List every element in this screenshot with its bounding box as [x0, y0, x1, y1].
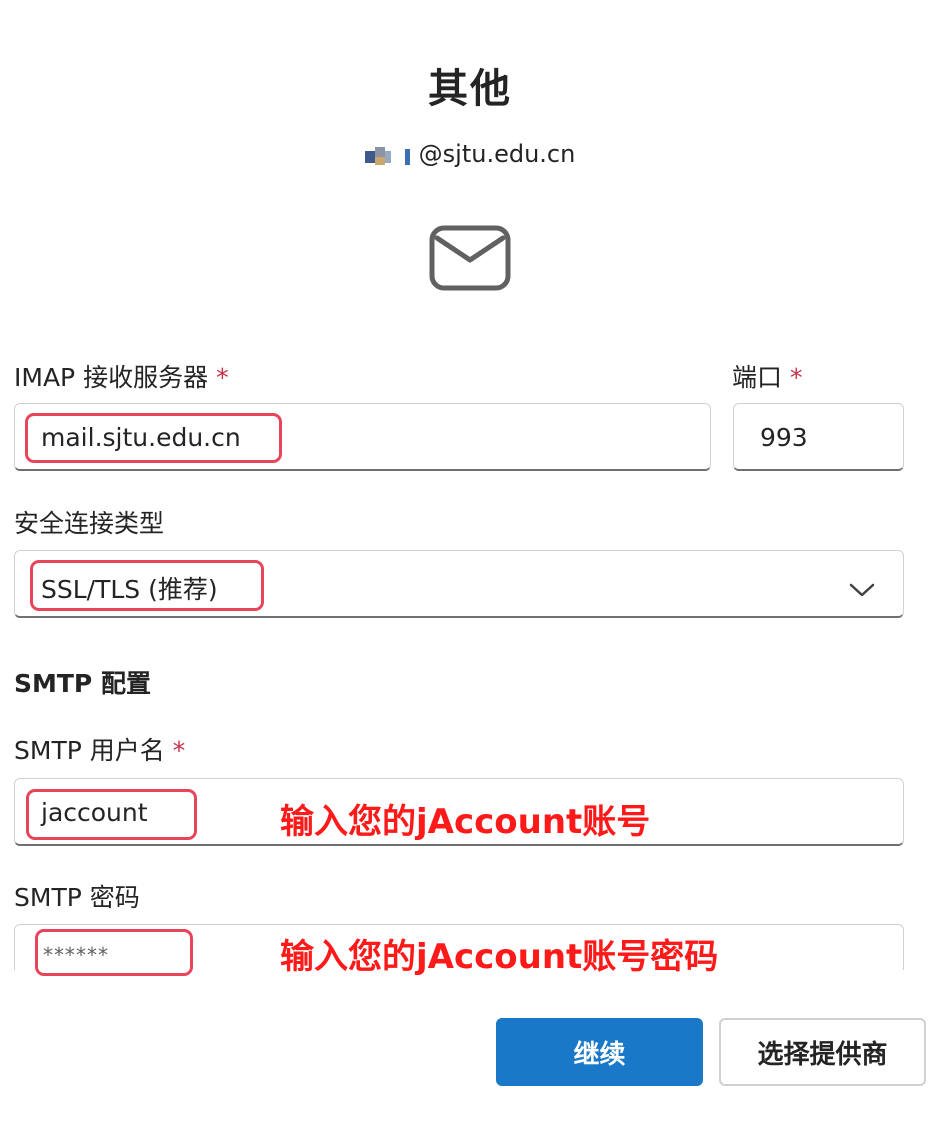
required-mark: *	[790, 363, 803, 392]
password-hint: 输入您的jAccount账号密码	[280, 937, 719, 977]
avatar-icon	[364, 143, 411, 165]
security-type-label: 安全连接类型	[14, 509, 165, 538]
chevron-down-icon	[849, 575, 875, 604]
account-line: @sjtu.edu.cn	[0, 140, 940, 168]
required-mark: *	[172, 736, 186, 765]
envelope-icon	[428, 224, 512, 292]
port-label: 端口 *	[732, 363, 803, 392]
account-email: @sjtu.edu.cn	[418, 140, 576, 168]
port-value: 993	[760, 423, 808, 452]
highlight-box	[30, 560, 264, 611]
smtp-password-label: SMTP 密码	[14, 883, 140, 912]
choose-provider-button[interactable]: 选择提供商	[719, 1018, 926, 1086]
smtp-username-label: SMTP 用户名 *	[14, 736, 186, 765]
port-input[interactable]: 993	[733, 403, 904, 471]
required-mark: *	[216, 363, 229, 392]
imap-server-label: IMAP 接收服务器 *	[14, 363, 229, 392]
highlight-box	[35, 929, 193, 976]
highlight-box	[25, 413, 282, 463]
continue-button[interactable]: 继续	[496, 1018, 703, 1086]
smtp-section-title: SMTP 配置	[14, 669, 151, 698]
highlight-box	[26, 789, 197, 840]
page-title: 其他	[428, 66, 512, 112]
username-hint: 输入您的jAccount账号	[280, 802, 651, 842]
